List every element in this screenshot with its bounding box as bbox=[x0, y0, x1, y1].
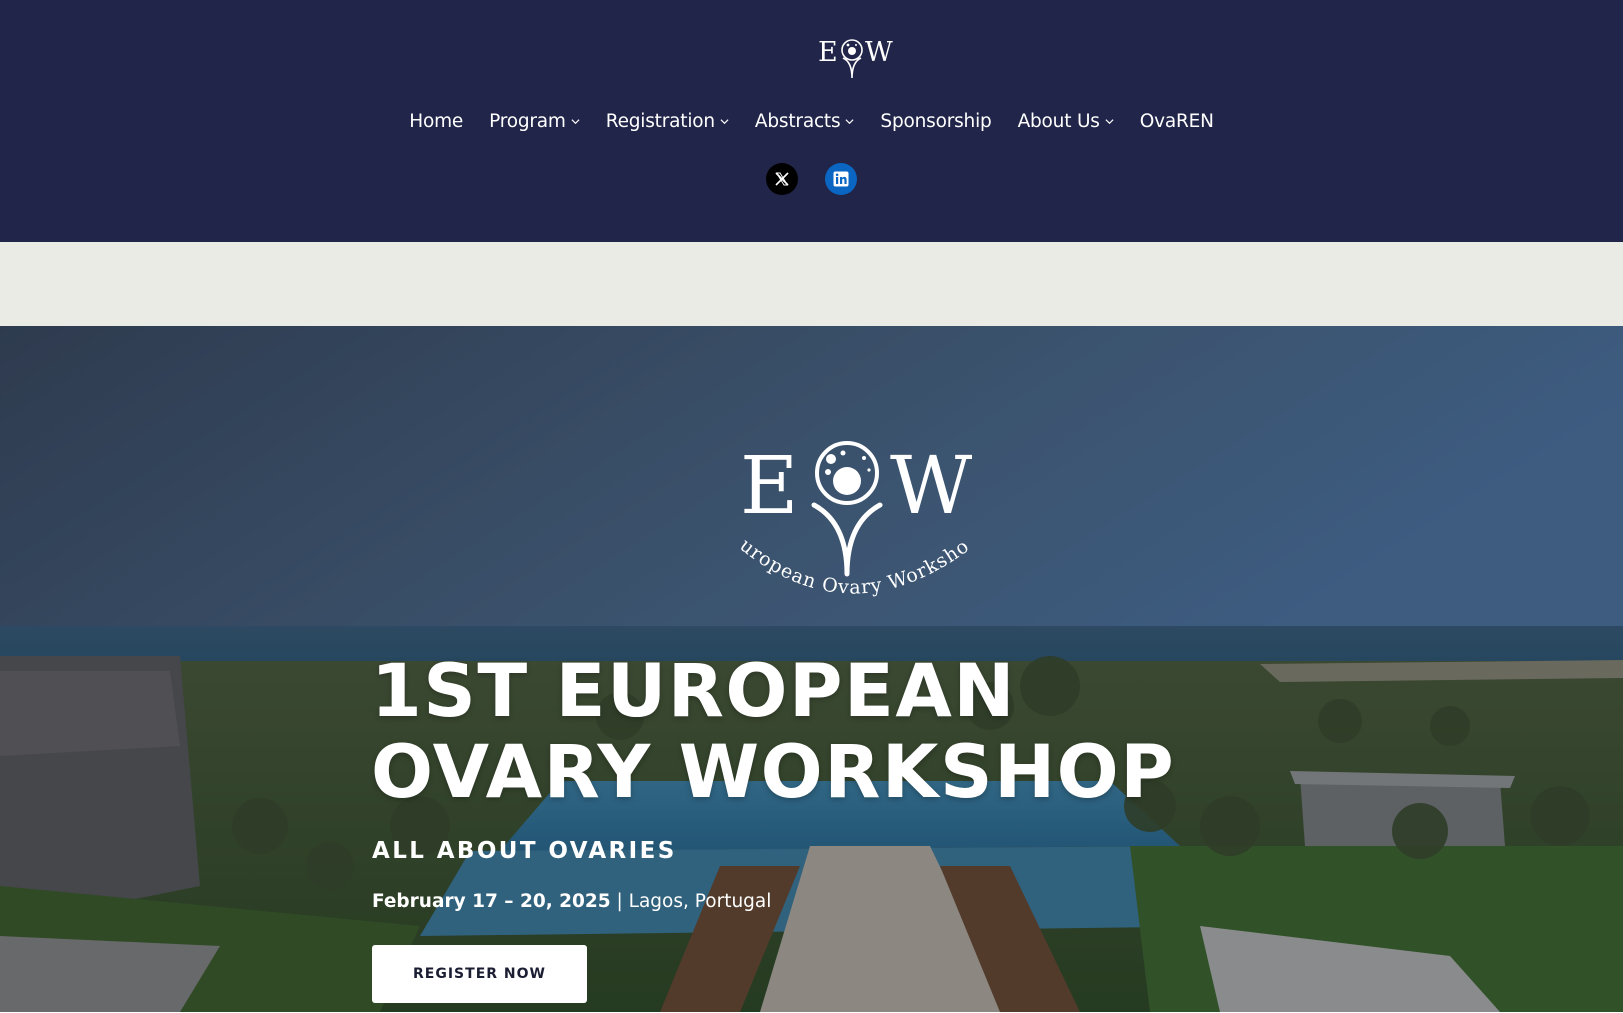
hero-section: E W European Ovary Workshop 1ST EUROPEAN… bbox=[0, 326, 1623, 1012]
x-icon[interactable] bbox=[766, 163, 798, 195]
register-now-button[interactable]: REGISTER NOW bbox=[372, 945, 587, 1003]
nav-item-abstracts[interactable]: Abstracts bbox=[755, 111, 855, 132]
eow-logo-icon[interactable]: E W bbox=[818, 34, 898, 80]
spacer-band bbox=[0, 242, 1623, 326]
eow-hero-logo-icon: E W European Ovary Workshop bbox=[730, 439, 973, 599]
svg-text:E: E bbox=[740, 439, 798, 532]
event-date: February 17 – 20, 2025 bbox=[372, 891, 611, 912]
nav-item-about-us[interactable]: About Us bbox=[1018, 111, 1114, 132]
nav-item-home[interactable]: Home bbox=[409, 111, 463, 132]
hero-subtitle: ALL ABOUT OVARIES bbox=[372, 838, 677, 864]
hero-title: 1ST EUROPEAN OVARY WORKSHOP bbox=[371, 651, 1371, 813]
event-location: | Lagos, Portugal bbox=[610, 891, 772, 912]
event-date-location: February 17 – 20, 2025 | Lagos, Portugal bbox=[372, 891, 771, 912]
svg-text:W: W bbox=[865, 37, 893, 68]
nav-item-ovaren[interactable]: OvaREN bbox=[1140, 111, 1214, 132]
nav-item-label: Sponsorship bbox=[880, 110, 992, 132]
nav-item-label: Home bbox=[409, 110, 464, 132]
hero-title-line-2: OVARY WORKSHOP bbox=[371, 730, 1176, 815]
nav-item-sponsorship[interactable]: Sponsorship bbox=[880, 111, 991, 132]
nav-item-program[interactable]: Program bbox=[489, 111, 580, 132]
nav-item-registration[interactable]: Registration bbox=[606, 111, 729, 132]
main-nav: Home Program Registration Abstracts Sponsors… bbox=[0, 104, 1623, 138]
nav-item-label: Registration bbox=[605, 110, 715, 132]
nav-item-label: About Us bbox=[1017, 110, 1100, 132]
nav-item-label: Abstracts bbox=[754, 110, 841, 132]
nav-item-label: Program bbox=[489, 110, 566, 132]
site-header: E W Home Program Registration Abstracts Spon… bbox=[0, 0, 1623, 242]
svg-text:W: W bbox=[890, 439, 972, 532]
nav-item-label: OvaREN bbox=[1139, 110, 1214, 132]
linkedin-icon[interactable] bbox=[825, 163, 857, 195]
hero-title-line-1: 1ST EUROPEAN bbox=[371, 649, 1016, 734]
svg-text:E: E bbox=[818, 37, 838, 68]
social-links bbox=[0, 163, 1623, 195]
chevron-down-icon bbox=[720, 118, 729, 124]
chevron-down-icon bbox=[571, 118, 580, 124]
chevron-down-icon bbox=[845, 118, 854, 124]
chevron-down-icon bbox=[1105, 118, 1114, 124]
